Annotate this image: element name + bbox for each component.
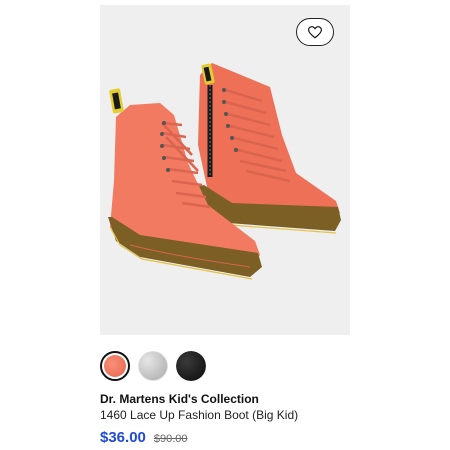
product-brand: Dr. Martens Kid's Collection	[100, 392, 259, 406]
swatch-coral[interactable]	[100, 351, 130, 381]
price-block: $36.00 $90.00	[100, 429, 188, 446]
right-boot	[196, 63, 341, 234]
boots-image	[108, 63, 341, 280]
product-image[interactable]	[100, 5, 350, 335]
sale-price: $36.00	[100, 429, 146, 446]
original-price: $90.00	[153, 433, 188, 445]
product-name[interactable]: 1460 Lace Up Fashion Boot (Big Kid)	[100, 408, 298, 422]
swatch-black[interactable]	[176, 351, 206, 381]
swatch-silver-glitter[interactable]	[138, 351, 168, 381]
product-card[interactable]: Dr. Martens Kid's Collection 1460 Lace U…	[100, 5, 350, 446]
heart-icon	[308, 25, 322, 38]
favorite-button[interactable]	[296, 18, 334, 46]
color-swatches	[100, 351, 206, 387]
